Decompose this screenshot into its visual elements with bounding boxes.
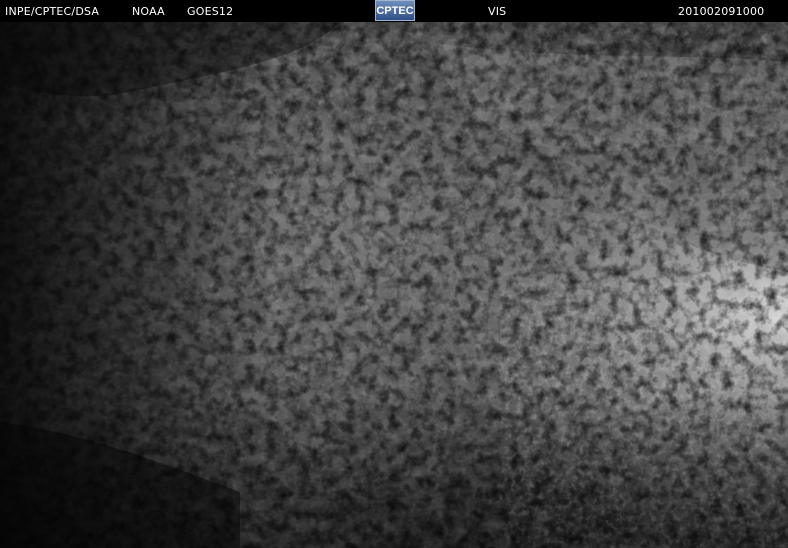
satellite-imagery — [0, 22, 788, 548]
source-label: INPE/CPTEC/DSA — [5, 5, 100, 18]
header-bar: INPE/CPTEC/DSA NOAA GOES12 CPTEC VIS 201… — [0, 0, 788, 22]
agency-label: NOAA — [132, 5, 165, 18]
satellite-label: GOES12 — [187, 5, 234, 18]
cptec-logo-text: CPTEC — [376, 4, 414, 17]
channel-label: VIS — [488, 5, 507, 18]
satellite-frame: INPE/CPTEC/DSA NOAA GOES12 CPTEC VIS 201… — [0, 0, 788, 548]
timestamp-label: 201002091000 — [678, 5, 765, 18]
cptec-logo: CPTEC — [375, 0, 415, 21]
